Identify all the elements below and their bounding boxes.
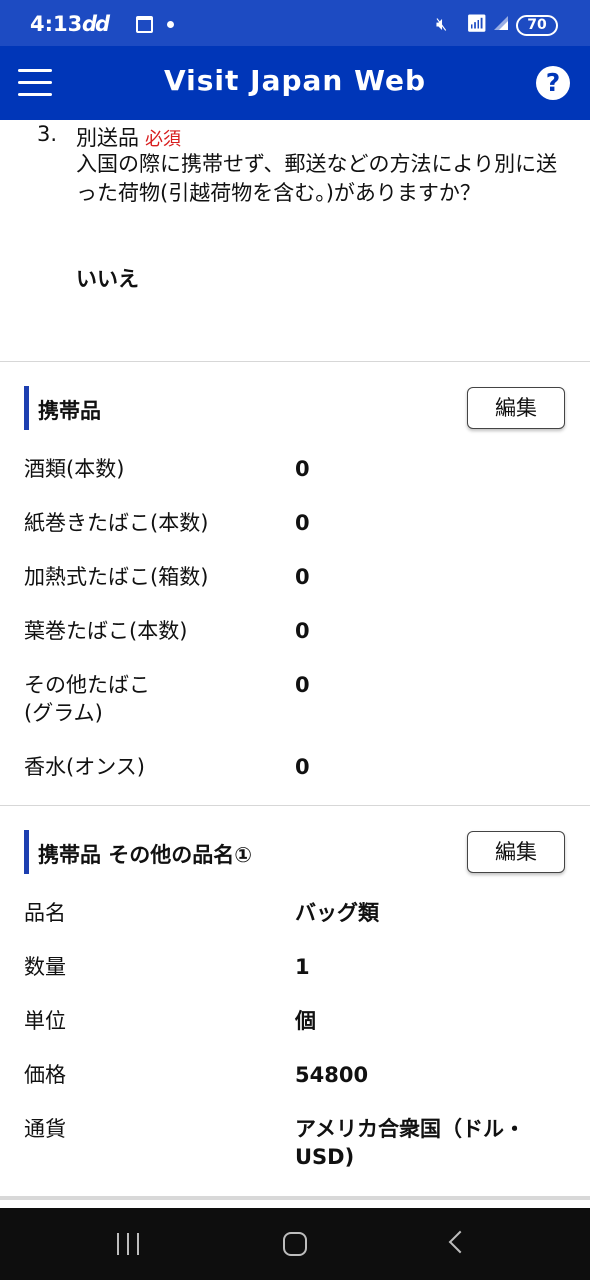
row-label-item-name: 品名: [24, 901, 66, 925]
carrier-dd-icon: dd: [82, 12, 110, 36]
section-divider: [0, 361, 590, 362]
row-label-other-tobacco: その他たばこ (グラム): [24, 673, 150, 725]
calendar-icon: [136, 16, 153, 33]
back-icon[interactable]: [448, 1230, 472, 1254]
section-divider: [0, 805, 590, 806]
row-label-price: 価格: [24, 1063, 66, 1087]
row-label-perfume: 香水(オンス): [24, 755, 145, 779]
row-label-quantity: 数量: [24, 955, 66, 979]
question-title-text: 別送品: [76, 126, 139, 150]
row-value-item-name: バッグ類: [295, 901, 379, 925]
home-icon[interactable]: [283, 1232, 307, 1256]
question-title: 別送品 必須: [76, 122, 181, 152]
row-label-cigarettes: 紙巻きたばこ(本数): [24, 511, 209, 535]
row-value-quantity: 1: [295, 955, 310, 979]
edit-other-items-button[interactable]: 編集: [467, 831, 565, 873]
help-icon[interactable]: ?: [536, 66, 570, 100]
section-title: 携帯品 その他の品名①: [38, 843, 253, 867]
notification-dot-icon: [167, 21, 174, 28]
section-title: 携帯品: [38, 399, 101, 423]
section-accent-bar: [24, 386, 29, 430]
signal-icon: [494, 16, 508, 30]
status-bar: 4:13 dd 🔇︎ 📶︎ 70: [0, 0, 590, 46]
row-value-heated-tobacco: 0: [295, 565, 310, 589]
row-value-cigars: 0: [295, 619, 310, 643]
mute-icon: 🔇︎: [436, 14, 448, 35]
row-label-alcohol: 酒類(本数): [24, 457, 125, 481]
row-value-other-tobacco: 0: [295, 673, 310, 697]
question-answer: いいえ: [76, 267, 139, 291]
question-body: 入国の際に携帯せず、郵送などの方法により別に送った荷物(引越荷物を含む。)があり…: [76, 152, 558, 205]
row-value-perfume: 0: [295, 755, 310, 779]
system-navigation-bar: [0, 1208, 590, 1280]
question-number: 3.: [37, 122, 58, 146]
row-label-heated-tobacco: 加熱式たばこ(箱数): [24, 565, 209, 589]
content-bottom-edge: [0, 1196, 590, 1200]
row-value-cigarettes: 0: [295, 511, 310, 535]
row-label-unit: 単位: [24, 1009, 66, 1033]
app-title: Visit Japan Web: [163, 64, 427, 97]
recent-apps-icon[interactable]: [117, 1233, 141, 1255]
row-value-currency: アメリカ合衆国（ドル・USD): [295, 1117, 525, 1169]
row-value-price: 54800: [295, 1063, 369, 1087]
battery-icon: 70: [516, 15, 558, 36]
wifi-icon: 📶︎: [466, 14, 488, 34]
section-accent-bar: [24, 830, 29, 874]
required-badge: 必須: [145, 129, 181, 150]
question-3: 3. 別送品 必須 入国の際に携帯せず、郵送などの方法により別に送った荷物(引越荷…: [0, 120, 590, 360]
app-bar: Visit Japan Web ?: [0, 46, 590, 120]
row-value-alcohol: 0: [295, 457, 310, 481]
edit-carried-items-button[interactable]: 編集: [467, 387, 565, 429]
row-value-unit: 個: [295, 1009, 316, 1033]
row-label-currency: 通貨: [24, 1117, 66, 1141]
status-time: 4:13: [30, 12, 83, 36]
row-label-cigars: 葉巻たばこ(本数): [24, 619, 188, 643]
